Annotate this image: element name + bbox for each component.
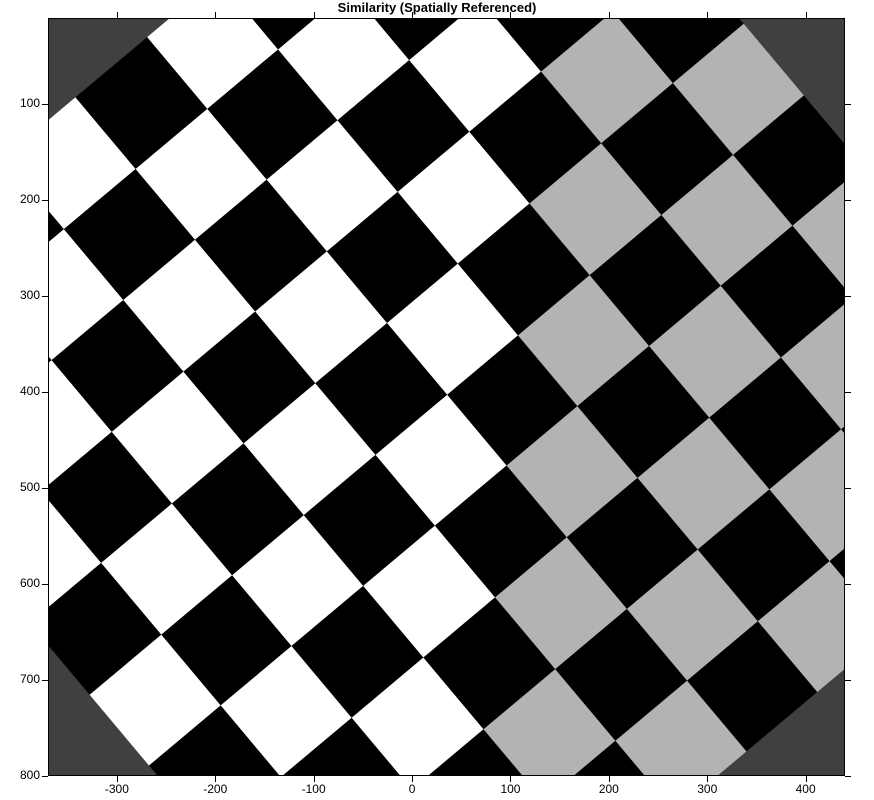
x-tick: [806, 12, 807, 18]
x-tick: [215, 12, 216, 18]
y-tick: [42, 488, 48, 489]
x-tick: [117, 12, 118, 18]
y-tick: [845, 488, 851, 489]
y-tick-label: 400: [2, 384, 40, 398]
y-tick: [42, 776, 48, 777]
y-tick: [42, 104, 48, 105]
y-tick-label: 300: [2, 288, 40, 302]
x-tick-label: 300: [687, 782, 727, 796]
y-tick: [845, 104, 851, 105]
x-tick: [314, 12, 315, 18]
x-tick: [609, 12, 610, 18]
axes-area[interactable]: [48, 18, 845, 776]
y-tick: [42, 680, 48, 681]
x-tick: [707, 12, 708, 18]
y-tick-label: 200: [2, 192, 40, 206]
x-tick: [412, 12, 413, 18]
x-tick: [510, 12, 511, 18]
y-tick: [845, 584, 851, 585]
y-tick: [845, 680, 851, 681]
y-tick-label: 800: [2, 768, 40, 782]
checker-image: [48, 18, 845, 776]
x-tick-label: 400: [786, 782, 826, 796]
figure: Similarity (Spatially Referenced) -300 -2…: [0, 0, 874, 800]
x-tick-label: 0: [392, 782, 432, 796]
y-tick-label: 700: [2, 672, 40, 686]
y-tick: [845, 296, 851, 297]
y-tick: [845, 200, 851, 201]
y-tick-label: 600: [2, 576, 40, 590]
y-tick-label: 100: [2, 96, 40, 110]
y-tick-label: 500: [2, 480, 40, 494]
x-tick-label: 200: [589, 782, 629, 796]
y-tick: [42, 200, 48, 201]
y-tick: [42, 392, 48, 393]
y-tick: [845, 776, 851, 777]
x-tick-label: -100: [294, 782, 334, 796]
y-tick: [845, 392, 851, 393]
x-tick-label: -300: [97, 782, 137, 796]
chart-title: Similarity (Spatially Referenced): [0, 0, 874, 15]
x-tick-label: -200: [195, 782, 235, 796]
y-tick: [42, 296, 48, 297]
y-tick: [42, 584, 48, 585]
x-tick-label: 100: [490, 782, 530, 796]
